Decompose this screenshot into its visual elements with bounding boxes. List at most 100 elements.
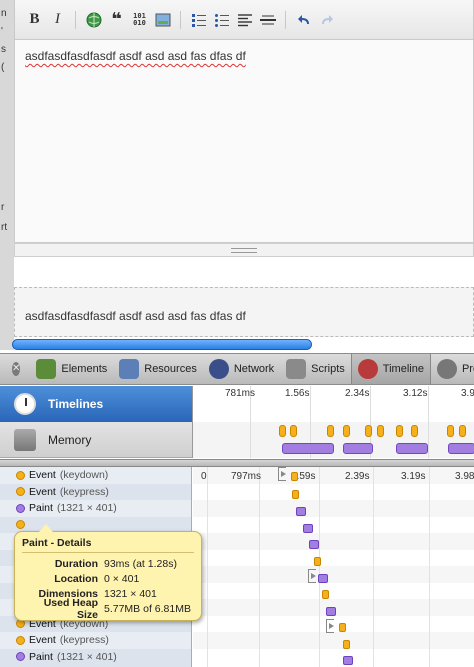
graph-tick-label: 2.39s [345,471,370,482]
popover-value: 1321 × 401 [104,587,157,600]
event-bar[interactable] [291,472,298,481]
bold-button[interactable]: B [23,9,46,31]
popover-key: Used Heap Size [43,596,98,621]
horizontal-scrollbar-thumb[interactable] [12,339,312,350]
section-timelines[interactable]: Timelines [0,386,192,422]
preview-text: asdfasdfasdfasdf asdf asd asd fas dfas d… [25,309,246,323]
editor-textarea[interactable]: asdfasdfasdfasdf asdf asd asd fas dfas d… [14,40,474,243]
timeline-detail-graph[interactable]: 0 797ms 1.59s 2.39s 3.19s 3.98 [193,467,474,667]
close-icon: ✕ [12,363,21,374]
strip-char: ' [1,26,3,37]
overview-event-mark [411,425,418,437]
overview-paint-mark [343,443,373,454]
undo-button[interactable] [292,9,315,31]
network-icon [208,359,229,379]
tab-label: Resources [144,363,197,375]
paint-bar[interactable] [318,574,328,583]
numbered-list-button[interactable] [187,9,210,31]
tab-profiles[interactable]: Pro [431,354,474,384]
event-bar[interactable] [292,490,299,499]
paint-bar[interactable] [309,540,319,549]
close-devtools-button[interactable]: ✕ [12,362,21,376]
horizontal-rule-icon [259,15,276,24]
bulleted-list-button[interactable] [210,9,233,31]
image-button[interactable] [151,9,174,31]
paint-bar[interactable] [296,507,306,516]
link-button[interactable] [82,9,105,31]
record-detail: (keydown) [59,469,109,482]
popover-key: Duration [54,557,98,570]
timeline-record-row[interactable]: Paint (1321 × 401) [0,500,191,517]
clock-icon [14,393,36,415]
editor-resize-handle[interactable] [14,243,474,257]
tab-scripts[interactable]: Scripts [280,354,351,384]
timeline-record-row[interactable]: Paint (1321 × 401) [0,649,191,666]
overview-tick-label: 1.56s [285,388,310,399]
timeline-splitter[interactable] [0,459,474,467]
popover-value: 0 × 401 [104,572,140,585]
tab-timeline[interactable]: Timeline [350,354,431,384]
paint-details-popover: Paint - Details Duration 93ms (at 1.28s)… [14,524,202,621]
graph-gridline [259,467,260,667]
tab-elements[interactable]: Elements [30,354,113,384]
paint-record-icon [16,652,25,662]
graph-row [193,484,474,501]
paint-bar[interactable] [303,524,313,533]
timeline-record-row[interactable]: Event (keydown) [0,467,191,484]
rich-text-editor: B I ❝ 101 010 asdfasdfasdfasdf asdf asd … [14,0,474,340]
popover-value: 5.77MB of 6.81MB [104,602,191,615]
tab-network[interactable]: Network [203,354,280,384]
record-name: Event [29,485,56,498]
globe-link-icon [86,12,101,27]
code-button[interactable]: 101 010 [128,9,151,31]
record-name: Paint [29,650,53,663]
event-bar[interactable] [343,640,350,649]
overview-paint-mark [396,443,428,454]
paint-bar[interactable] [343,656,353,665]
expand-group-icon[interactable] [278,467,286,481]
image-icon [155,13,170,26]
strip-char: s [1,44,6,55]
graph-row [193,550,474,567]
popover-arrow [39,524,53,532]
numbered-list-icon [191,13,206,27]
tab-label: Timeline [382,363,424,375]
scripts-icon [286,359,307,379]
popover-row: Duration 93ms (at 1.28s) [22,556,194,571]
timeline-icon [357,359,378,379]
event-bar[interactable] [322,590,329,599]
graph-gridline [373,467,374,667]
graph-gridline [429,467,430,667]
devtools-toolbar: ✕ Elements Resources Network Scripts Tim… [0,353,474,385]
event-record-icon [16,520,25,530]
paint-bar[interactable] [326,607,336,616]
overview-event-mark [377,425,384,437]
popover-value: 93ms (at 1.28s) [104,557,177,570]
event-bar[interactable] [314,557,321,566]
overview-event-mark [343,425,350,437]
tab-resources[interactable]: Resources [113,354,203,384]
record-name: Event [29,469,56,482]
record-name: Event [29,634,56,647]
timeline-record-row[interactable]: Event (keypress) [0,632,191,649]
italic-button[interactable]: I [46,9,69,31]
expand-group-icon[interactable] [308,569,316,583]
graph-row [193,500,474,517]
section-memory[interactable]: Memory [0,422,192,458]
timeline-overview[interactable]: 781ms 1.56s 2.34s 3.12s 3.9 [192,386,474,458]
toolbar-separator [285,10,286,29]
graph-gridline [319,467,320,667]
blockquote-button[interactable]: ❝ [105,9,128,31]
editor-toolbar: B I ❝ 101 010 [14,0,474,40]
strip-char: n [1,8,7,19]
bulleted-list-icon [214,13,229,27]
timeline-record-row[interactable]: Event (keypress) [0,484,191,501]
expand-group-icon[interactable] [326,619,334,633]
redo-button[interactable] [315,9,338,31]
timeline-sections: Timelines Memory [0,386,192,458]
event-bar[interactable] [339,623,346,632]
heading-button[interactable] [233,9,256,31]
horizontal-rule-button[interactable] [256,9,279,31]
strip-char: r [1,202,5,213]
event-record-icon [16,470,25,480]
